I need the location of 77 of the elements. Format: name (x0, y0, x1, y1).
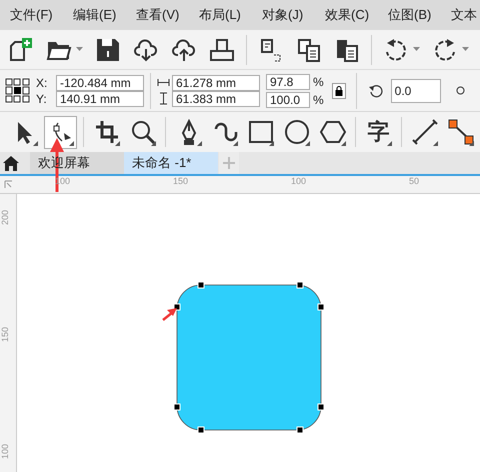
ruler-label: 100 (1, 442, 10, 460)
node-edit-tool[interactable] (44, 116, 77, 148)
caret-icon (76, 47, 83, 52)
caret-icon (413, 47, 420, 52)
height-icon (157, 92, 170, 105)
connector-tool-icon (448, 119, 474, 145)
cloud-download-icon (133, 36, 159, 62)
corner-triangle-icon (115, 140, 120, 146)
redo-icon (432, 36, 458, 62)
corner-triangle-icon (69, 140, 74, 146)
field-label: X: (36, 74, 48, 90)
menu-item[interactable]: 文本 (441, 5, 480, 25)
input-field[interactable]: 97.8 (266, 74, 310, 90)
corner-triangle-icon (33, 140, 38, 146)
annotation-arrow (162, 308, 177, 321)
menu-item[interactable]: 文件(F) (0, 5, 63, 25)
crop-tool-icon (94, 119, 120, 145)
home-icon[interactable] (3, 156, 19, 170)
corner-triangle-icon (341, 140, 346, 146)
corner-triangle-icon (233, 140, 238, 146)
caret-icon (462, 47, 469, 52)
lock-ratio-button[interactable] (332, 82, 346, 98)
selection-node[interactable] (174, 304, 180, 310)
input-field[interactable]: 61.278 mm (172, 74, 260, 90)
selection-node[interactable] (318, 404, 324, 410)
input-field[interactable]: -120.484 mm (56, 74, 144, 90)
unit-label: % (313, 74, 324, 90)
selection-node[interactable] (198, 426, 204, 434)
ruler-label: 150 (173, 177, 188, 186)
menu-item[interactable]: 位图(B) (378, 5, 441, 25)
menu-item[interactable]: 效果(C) (315, 5, 378, 25)
input-field[interactable]: 100.0 (266, 92, 310, 108)
cloud-upload-icon (171, 36, 197, 62)
selection-node[interactable] (296, 282, 304, 288)
selection-node[interactable] (296, 426, 304, 434)
new-document-icon (8, 36, 34, 62)
menu-item[interactable]: 布局(L) (189, 5, 252, 25)
menu-item[interactable]: 查看(V) (126, 5, 189, 25)
ruler-origin-icon (4, 180, 13, 189)
print-icon (209, 36, 235, 62)
ruler-label: 100 (291, 177, 306, 186)
undo-icon (383, 36, 409, 62)
corner-triangle-icon (433, 140, 438, 146)
lock-icon (334, 86, 343, 96)
rotate-icon (368, 84, 383, 98)
corner-triangle-icon (197, 140, 202, 146)
input-field[interactable]: 0.0 (390, 78, 441, 102)
alignment-grid-icon[interactable] (5, 78, 30, 103)
menu-item[interactable]: 编辑(E) (63, 5, 126, 25)
corner-triangle-icon (305, 140, 310, 146)
selection-node[interactable] (318, 304, 324, 310)
menu-item[interactable]: 对象(J) (252, 5, 315, 25)
dimension-tool-icon (412, 119, 438, 145)
selection-node[interactable] (198, 282, 204, 288)
ruler-label: 200 (1, 208, 10, 226)
corner-triangle-icon (469, 140, 474, 146)
rounded-square[interactable] (176, 284, 322, 430)
zoom-tool-icon (130, 119, 156, 145)
ruler-label: 150 (1, 325, 10, 343)
circle-icon[interactable] (456, 86, 465, 95)
width-icon (157, 79, 170, 86)
polygon-tool-icon (320, 119, 346, 145)
field-label: Y: (36, 90, 48, 106)
ruler-label: 50 (409, 177, 420, 186)
unit-label: % (313, 92, 324, 108)
corner-triangle-icon (387, 140, 392, 146)
save-icon (95, 36, 121, 62)
text-tool[interactable]: 字 (362, 116, 395, 148)
rectangle-tool-icon (248, 119, 274, 145)
input-field[interactable]: 140.91 mm (56, 90, 144, 106)
corner-triangle-icon (151, 140, 156, 146)
corner-triangle-icon (269, 140, 274, 146)
ellipse-tool-icon (284, 119, 310, 145)
copy-icon (296, 36, 322, 62)
input-field[interactable]: 61.383 mm (172, 90, 260, 106)
document-tab[interactable]: 未命名 -1* (124, 152, 218, 174)
selection-node[interactable] (174, 404, 180, 410)
